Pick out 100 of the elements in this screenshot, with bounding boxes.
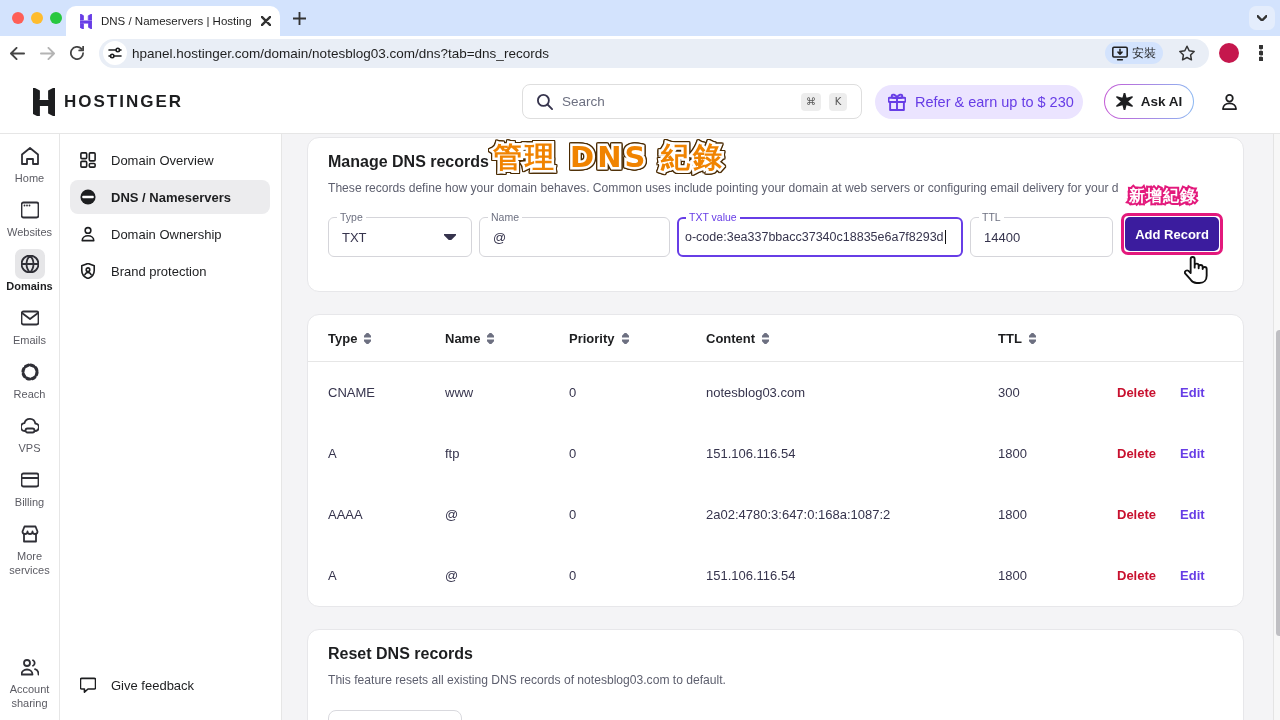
browser-tab[interactable]: DNS / Nameservers | Hosting [66,6,280,36]
sparkle-icon [1115,93,1133,110]
field-label: Name [488,211,522,223]
rail-item[interactable]: Reach [0,357,59,401]
column-header[interactable]: TTL [998,330,1036,346]
table-cell: 0 [569,568,577,583]
address-bar[interactable]: hpanel.hostinger.com/domain/notesblog03.com/dns?tab=dns_records 安裝 [99,38,1209,68]
card-title: Manage DNS records [328,152,489,172]
search-icon [537,93,553,110]
cloud-icon [20,417,39,435]
add-record-button[interactable]: Add Record [1125,217,1219,251]
close-tab-button[interactable] [260,13,271,29]
edit-button[interactable]: Edit [1180,507,1205,522]
column-header[interactable]: Type [328,330,372,346]
arrow-left-icon [9,46,25,60]
rail-item[interactable]: Websites [0,195,59,239]
column-header[interactable]: Priority [569,330,629,346]
browser-window-icon [20,201,39,219]
edit-button[interactable]: Edit [1180,446,1205,461]
hand-cursor-icon [1184,256,1208,284]
card-description: This feature resets all existing DNS records of notesblog03.com to default. [328,672,726,689]
store-icon [20,525,39,543]
card-description: These records define how your domain behaves. Common uses include pointing your domain at web servers or configuring email delivery for your d [328,180,1119,197]
input-field[interactable]: Name @ [479,211,670,257]
tune-icon [103,41,127,65]
sort-icon [364,332,372,344]
input-field[interactable]: TTL 14400 [970,211,1113,257]
globe-icon [20,255,39,273]
table-cell: 1800 [998,507,1027,522]
column-header[interactable]: Name [445,330,495,346]
people-icon [20,658,39,676]
table-cell: A [328,446,337,461]
table-cell: @ [445,568,459,583]
bookmark-button[interactable] [1179,45,1195,61]
sort-icon [1028,332,1036,344]
table-cell: 0 [569,385,577,400]
edit-button[interactable]: Edit [1180,385,1205,400]
table-cell: CNAME [328,385,375,400]
tab-list-button[interactable] [1249,6,1275,30]
dotted-ring-icon [20,363,39,381]
field-label: TTL [979,211,1004,223]
table-cell: AAAA [328,507,363,522]
feedback-button[interactable]: Give feedback [70,668,270,702]
disc-icon [80,189,96,205]
user-icon [1222,93,1237,110]
delete-button[interactable]: Delete [1117,568,1157,583]
rail-item[interactable]: More services [0,519,59,577]
field-label: TXT value [686,211,740,223]
browser-menu-button[interactable] [1259,45,1263,61]
sort-icon [621,332,629,344]
table-cell: notesblog03.com [706,385,805,400]
arrow-right-icon [39,46,55,60]
delete-button[interactable]: Delete [1117,446,1157,461]
speech-bubble-icon [80,677,96,693]
table-cell: 1800 [998,568,1027,583]
install-button[interactable]: 安裝 [1105,42,1163,64]
card-icon [20,471,39,489]
annotation-title: 管理 DNS 紀錄 [493,139,726,175]
url-text: hpanel.hostinger.com/domain/notesblog03.com/dns?tab=dns_records [132,45,549,61]
sort-icon [762,332,770,344]
house-icon [20,147,39,165]
table-cell: @ [445,507,459,522]
delete-button[interactable]: Delete [1117,507,1157,522]
rail-item[interactable]: Emails [0,303,59,347]
input-field[interactable]: TXT value o-code:3ea337bbacc37340c18835e6a7f8293d [677,211,963,257]
shortcut-key: ⌘ [801,92,821,111]
h-logo-icon [80,13,92,29]
card-title: Reset DNS records [328,644,473,664]
shortcut-key: K [829,92,847,111]
account-button[interactable] [1222,93,1237,110]
rail-item[interactable]: Domains [0,249,59,293]
select-field[interactable]: Type TXT [328,211,472,257]
person-icon [80,226,96,242]
table-cell: 151.106.116.54 [706,446,796,461]
rail-item[interactable]: Home [0,141,59,185]
menu-item[interactable]: Domain Overview [70,143,270,177]
menu-item[interactable]: DNS / Nameservers [70,180,270,214]
reload-icon [70,46,84,60]
column-header[interactable]: Content [706,330,770,346]
rail-item[interactable]: VPS [0,411,59,455]
table-cell: 300 [998,385,1020,400]
referral-button[interactable]: Refer & earn up to $ 230 [875,84,1083,119]
rail-item[interactable]: Billing [0,465,59,509]
envelope-icon [20,309,39,327]
search-field[interactable]: Search ⌘ K [522,84,862,119]
profile-avatar[interactable] [1219,43,1239,63]
monitor-download-icon [1112,45,1128,61]
table-cell: www [445,385,474,400]
table-cell: 0 [569,507,577,522]
logo-text: HOSTINGER [64,91,184,112]
field-label: Type [337,211,366,223]
delete-button[interactable]: Delete [1117,385,1157,400]
menu-item[interactable]: Brand protection [70,254,270,288]
star-icon [1179,45,1195,61]
ask-ai-button[interactable]: Ask AI [1104,84,1194,119]
rail-item[interactable]: Account sharing [0,652,59,710]
sort-icon [487,332,495,344]
plus-icon [293,11,306,25]
edit-button[interactable]: Edit [1180,568,1205,583]
menu-item[interactable]: Domain Ownership [70,217,270,251]
